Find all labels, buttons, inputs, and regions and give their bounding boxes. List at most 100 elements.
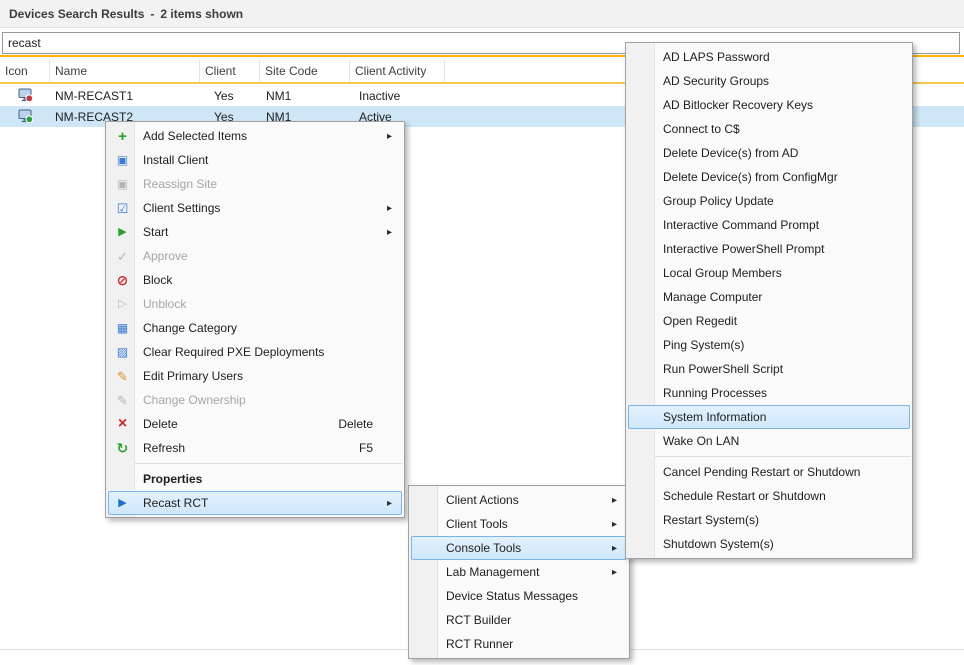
menu-item-label: Delete Device(s) from AD bbox=[656, 146, 895, 160]
menu-item-recast-rct[interactable]: ▶ Recast RCT ▸ bbox=[108, 491, 402, 515]
devices-search-results-window: Devices Search Results-2 items shown Ico… bbox=[0, 0, 964, 665]
menu-item-rct-runner[interactable]: RCT Runner ▸ bbox=[411, 632, 627, 656]
menu-item-device-status-messages[interactable]: Device Status Messages ▸ bbox=[411, 584, 627, 608]
recast-icon: ▶ bbox=[109, 498, 136, 509]
menu-item-label: Edit Primary Users bbox=[136, 369, 387, 383]
menu-item-label: Local Group Members bbox=[656, 266, 895, 280]
menu-item-ping-system-s[interactable]: Ping System(s) ▸ bbox=[628, 333, 910, 357]
menu-item-rct-builder[interactable]: RCT Builder ▸ bbox=[411, 608, 627, 632]
menu-item-label: Cancel Pending Restart or Shutdown bbox=[656, 465, 895, 479]
menu-item-ad-laps-password[interactable]: AD LAPS Password ▸ bbox=[628, 45, 910, 69]
menu-item-local-group-members[interactable]: Local Group Members ▸ bbox=[628, 261, 910, 285]
menu-item-edit-primary-users[interactable]: ✎ Edit Primary Users ▸ bbox=[108, 364, 402, 388]
menu-item-reassign-site[interactable]: ▣ Reassign Site ▸ bbox=[108, 172, 402, 196]
menu-item-label: Client Tools bbox=[439, 517, 612, 531]
menu-item-label: Block bbox=[136, 273, 387, 287]
menu-item-label: Connect to C$ bbox=[656, 122, 895, 136]
menu-item-run-powershell-script[interactable]: Run PowerShell Script ▸ bbox=[628, 357, 910, 381]
menu-item-cancel-pending-restart-or-shutdown[interactable]: Cancel Pending Restart or Shutdown ▸ bbox=[628, 460, 910, 484]
menu-item-connect-to-c[interactable]: Connect to C$ ▸ bbox=[628, 117, 910, 141]
menu-item-label: Console Tools bbox=[439, 541, 612, 555]
menu-item-label: Reassign Site bbox=[136, 177, 387, 191]
menu-item-properties[interactable]: Properties ▸ bbox=[108, 467, 402, 491]
menu-item-unblock[interactable]: ▷ Unblock ▸ bbox=[108, 292, 402, 316]
menu-item-ad-bitlocker-recovery-keys[interactable]: AD Bitlocker Recovery Keys ▸ bbox=[628, 93, 910, 117]
client-settings-icon: ☑ bbox=[109, 202, 136, 215]
menu-item-label: Open Regedit bbox=[656, 314, 895, 328]
menu-item-running-processes[interactable]: Running Processes ▸ bbox=[628, 381, 910, 405]
column-header-name[interactable]: Name bbox=[50, 60, 200, 82]
recast-rct-submenu: Client Actions ▸ Client Tools ▸ Console … bbox=[408, 485, 630, 659]
column-header-site-code[interactable]: Site Code bbox=[260, 60, 350, 82]
menu-item-delete[interactable]: × Delete Delete ▸ bbox=[108, 412, 402, 436]
menu-item-label: Running Processes bbox=[656, 386, 895, 400]
submenu-arrow-icon: ▸ bbox=[387, 498, 401, 509]
menu-item-label: Client Actions bbox=[439, 493, 612, 507]
device-icon bbox=[18, 109, 33, 124]
title-separator: - bbox=[150, 7, 154, 21]
menu-item-add-selected-items[interactable]: + Add Selected Items ▸ bbox=[108, 124, 402, 148]
menu-item-system-information[interactable]: System Information ▸ bbox=[628, 405, 910, 429]
menu-item-label: AD Bitlocker Recovery Keys bbox=[656, 98, 895, 112]
menu-item-interactive-command-prompt[interactable]: Interactive Command Prompt ▸ bbox=[628, 213, 910, 237]
menu-item-interactive-powershell-prompt[interactable]: Interactive PowerShell Prompt ▸ bbox=[628, 237, 910, 261]
menu-item-label: Manage Computer bbox=[656, 290, 895, 304]
menu-item-change-category[interactable]: ▦ Change Category ▸ bbox=[108, 316, 402, 340]
menu-item-wake-on-lan[interactable]: Wake On LAN ▸ bbox=[628, 429, 910, 453]
menu-item-label: Group Policy Update bbox=[656, 194, 895, 208]
results-header: Devices Search Results-2 items shown bbox=[0, 0, 964, 28]
menu-item-label: AD LAPS Password bbox=[656, 50, 895, 64]
menu-item-approve[interactable]: ✓ Approve ▸ bbox=[108, 244, 402, 268]
menu-item-manage-computer[interactable]: Manage Computer ▸ bbox=[628, 285, 910, 309]
column-header-client-activity[interactable]: Client Activity bbox=[350, 60, 445, 82]
menu-item-label: Add Selected Items bbox=[136, 129, 387, 143]
menu-item-label: Start bbox=[136, 225, 387, 239]
menu-item-clear-required-pxe-deployments[interactable]: ▨ Clear Required PXE Deployments ▸ bbox=[108, 340, 402, 364]
menu-item-label: Wake On LAN bbox=[656, 434, 895, 448]
change-ownership-icon: ✎ bbox=[109, 394, 136, 407]
menu-item-label: Install Client bbox=[136, 153, 387, 167]
menu-item-label: Schedule Restart or Shutdown bbox=[656, 489, 895, 503]
menu-item-client-actions[interactable]: Client Actions ▸ bbox=[411, 488, 627, 512]
menu-item-label: Change Category bbox=[136, 321, 387, 335]
menu-item-client-settings[interactable]: ☑ Client Settings ▸ bbox=[108, 196, 402, 220]
submenu-arrow-icon: ▸ bbox=[612, 567, 626, 578]
menu-item-label: Refresh bbox=[136, 441, 359, 455]
install-client-icon: ▣ bbox=[109, 154, 136, 166]
menu-item-shortcut: F5 bbox=[359, 441, 373, 455]
menu-item-label: Interactive Command Prompt bbox=[656, 218, 895, 232]
menu-item-change-ownership[interactable]: ✎ Change Ownership ▸ bbox=[108, 388, 402, 412]
site-code-value: NM1 bbox=[260, 89, 350, 103]
delete-icon: × bbox=[109, 416, 136, 432]
menu-item-group-policy-update[interactable]: Group Policy Update ▸ bbox=[628, 189, 910, 213]
menu-item-label: Ping System(s) bbox=[656, 338, 895, 352]
menu-item-label: Client Settings bbox=[136, 201, 387, 215]
column-header-icon[interactable]: Icon bbox=[0, 60, 50, 82]
menu-item-refresh[interactable]: ↻ Refresh F5 ▸ bbox=[108, 436, 402, 460]
menu-item-label: Delete bbox=[136, 417, 338, 431]
device-context-menu: + Add Selected Items ▸ ▣ Install Client … bbox=[105, 121, 405, 518]
device-name: NM-RECAST1 bbox=[50, 89, 200, 103]
approve-icon: ✓ bbox=[109, 250, 136, 263]
menu-item-delete-device-s-from-ad[interactable]: Delete Device(s) from AD ▸ bbox=[628, 141, 910, 165]
column-header-client[interactable]: Client bbox=[200, 60, 260, 82]
menu-item-lab-management[interactable]: Lab Management ▸ bbox=[411, 560, 627, 584]
menu-item-install-client[interactable]: ▣ Install Client ▸ bbox=[108, 148, 402, 172]
menu-item-console-tools[interactable]: Console Tools ▸ bbox=[411, 536, 627, 560]
menu-item-open-regedit[interactable]: Open Regedit ▸ bbox=[628, 309, 910, 333]
menu-item-schedule-restart-or-shutdown[interactable]: Schedule Restart or Shutdown ▸ bbox=[628, 484, 910, 508]
submenu-arrow-icon: ▸ bbox=[612, 519, 626, 530]
menu-item-label: RCT Runner bbox=[439, 637, 612, 651]
menu-item-client-tools[interactable]: Client Tools ▸ bbox=[411, 512, 627, 536]
menu-item-restart-system-s[interactable]: Restart System(s) ▸ bbox=[628, 508, 910, 532]
menu-item-label: Delete Device(s) from ConfigMgr bbox=[656, 170, 895, 184]
menu-separator bbox=[627, 456, 911, 457]
submenu-arrow-icon: ▸ bbox=[387, 131, 401, 142]
menu-item-delete-device-s-from-configmgr[interactable]: Delete Device(s) from ConfigMgr ▸ bbox=[628, 165, 910, 189]
menu-item-label: Properties bbox=[136, 472, 387, 486]
menu-item-ad-security-groups[interactable]: AD Security Groups ▸ bbox=[628, 69, 910, 93]
menu-item-label: Unblock bbox=[136, 297, 387, 311]
menu-item-start[interactable]: ▶ Start ▸ bbox=[108, 220, 402, 244]
menu-item-block[interactable]: ⊘ Block ▸ bbox=[108, 268, 402, 292]
menu-item-shutdown-system-s[interactable]: Shutdown System(s) ▸ bbox=[628, 532, 910, 556]
